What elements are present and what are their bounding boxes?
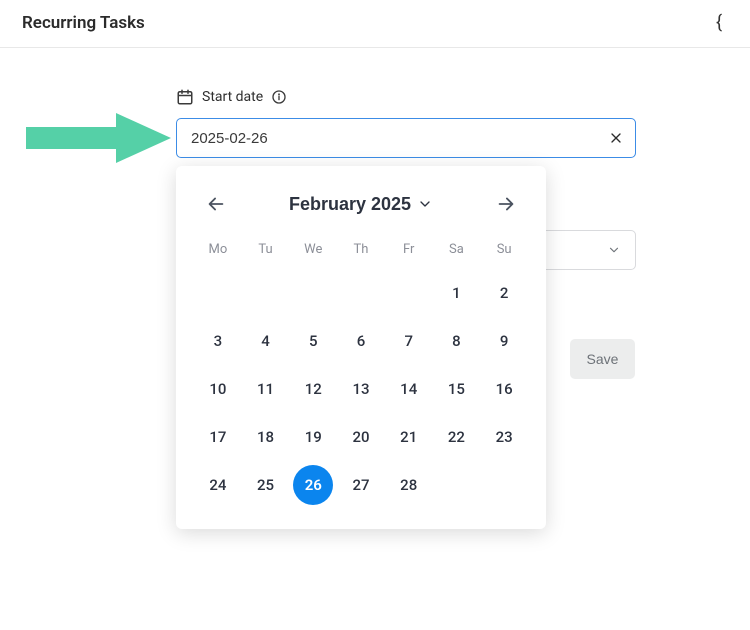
arrow-right-icon <box>495 193 517 215</box>
day-cell[interactable]: 18 <box>246 417 286 457</box>
day-cell[interactable]: 4 <box>246 321 286 361</box>
pointer-arrow-annotation <box>26 109 171 167</box>
calendar-header: February 2025 <box>194 188 528 220</box>
day-blank <box>341 273 381 313</box>
day-cell[interactable]: 28 <box>389 465 429 505</box>
day-cell[interactable]: 2 <box>484 273 524 313</box>
calendar-icon <box>176 88 194 106</box>
day-cell[interactable]: 10 <box>198 369 238 409</box>
day-cell[interactable]: 19 <box>293 417 333 457</box>
save-button[interactable]: Save <box>570 339 635 379</box>
start-date-input-wrap: February 2025 MoTuWeThFrSaSu 12345678910… <box>176 118 636 158</box>
day-cell[interactable]: 6 <box>341 321 381 361</box>
day-blank <box>198 273 238 313</box>
day-cell[interactable]: 13 <box>341 369 381 409</box>
day-cell[interactable]: 11 <box>246 369 286 409</box>
day-cell[interactable]: 7 <box>389 321 429 361</box>
weekday-label: Fr <box>385 236 433 263</box>
prev-month-button[interactable] <box>200 188 232 220</box>
field-label: Start date <box>202 89 263 105</box>
arrow-left-icon <box>205 193 227 215</box>
day-blank <box>293 273 333 313</box>
page-title: Recurring Tasks <box>22 13 145 33</box>
day-cell[interactable]: 25 <box>246 465 286 505</box>
day-cell[interactable]: 12 <box>293 369 333 409</box>
next-month-button[interactable] <box>490 188 522 220</box>
start-date-field-group: Start date February 2025 MoTuW <box>176 88 636 158</box>
day-cell[interactable]: 17 <box>198 417 238 457</box>
day-cell[interactable]: 16 <box>484 369 524 409</box>
weekday-label: Th <box>337 236 385 263</box>
weekday-row: MoTuWeThFrSaSu <box>194 236 528 263</box>
close-icon <box>608 130 624 146</box>
info-icon[interactable] <box>271 89 287 105</box>
day-cell[interactable]: 3 <box>198 321 238 361</box>
weekday-label: Su <box>480 236 528 263</box>
day-cell[interactable]: 20 <box>341 417 381 457</box>
day-cell[interactable]: 27 <box>341 465 381 505</box>
day-cell[interactable]: 23 <box>484 417 524 457</box>
field-label-row: Start date <box>176 88 636 106</box>
day-cell[interactable]: 14 <box>389 369 429 409</box>
header-trailing-icon: { <box>716 12 728 33</box>
days-grid: 1234567891011121314151617181920212223242… <box>194 273 528 505</box>
chevron-down-icon <box>417 196 433 212</box>
page-header: Recurring Tasks { <box>0 0 750 48</box>
day-cell[interactable]: 21 <box>389 417 429 457</box>
weekday-label: We <box>289 236 337 263</box>
day-cell[interactable]: 22 <box>436 417 476 457</box>
day-blank <box>389 273 429 313</box>
day-cell[interactable]: 26 <box>293 465 333 505</box>
day-cell[interactable]: 1 <box>436 273 476 313</box>
weekday-label: Tu <box>242 236 290 263</box>
weekday-label: Mo <box>194 236 242 263</box>
clear-input-button[interactable] <box>602 124 630 152</box>
month-picker-button[interactable]: February 2025 <box>289 194 433 215</box>
day-cell[interactable]: 24 <box>198 465 238 505</box>
start-date-input[interactable] <box>176 118 636 158</box>
day-cell[interactable]: 9 <box>484 321 524 361</box>
calendar-popup: February 2025 MoTuWeThFrSaSu 12345678910… <box>176 166 546 529</box>
month-label: February 2025 <box>289 194 411 215</box>
chevron-down-icon <box>607 243 621 257</box>
day-cell[interactable]: 8 <box>436 321 476 361</box>
day-cell[interactable]: 15 <box>436 369 476 409</box>
day-cell[interactable]: 5 <box>293 321 333 361</box>
day-blank <box>246 273 286 313</box>
weekday-label: Sa <box>433 236 481 263</box>
